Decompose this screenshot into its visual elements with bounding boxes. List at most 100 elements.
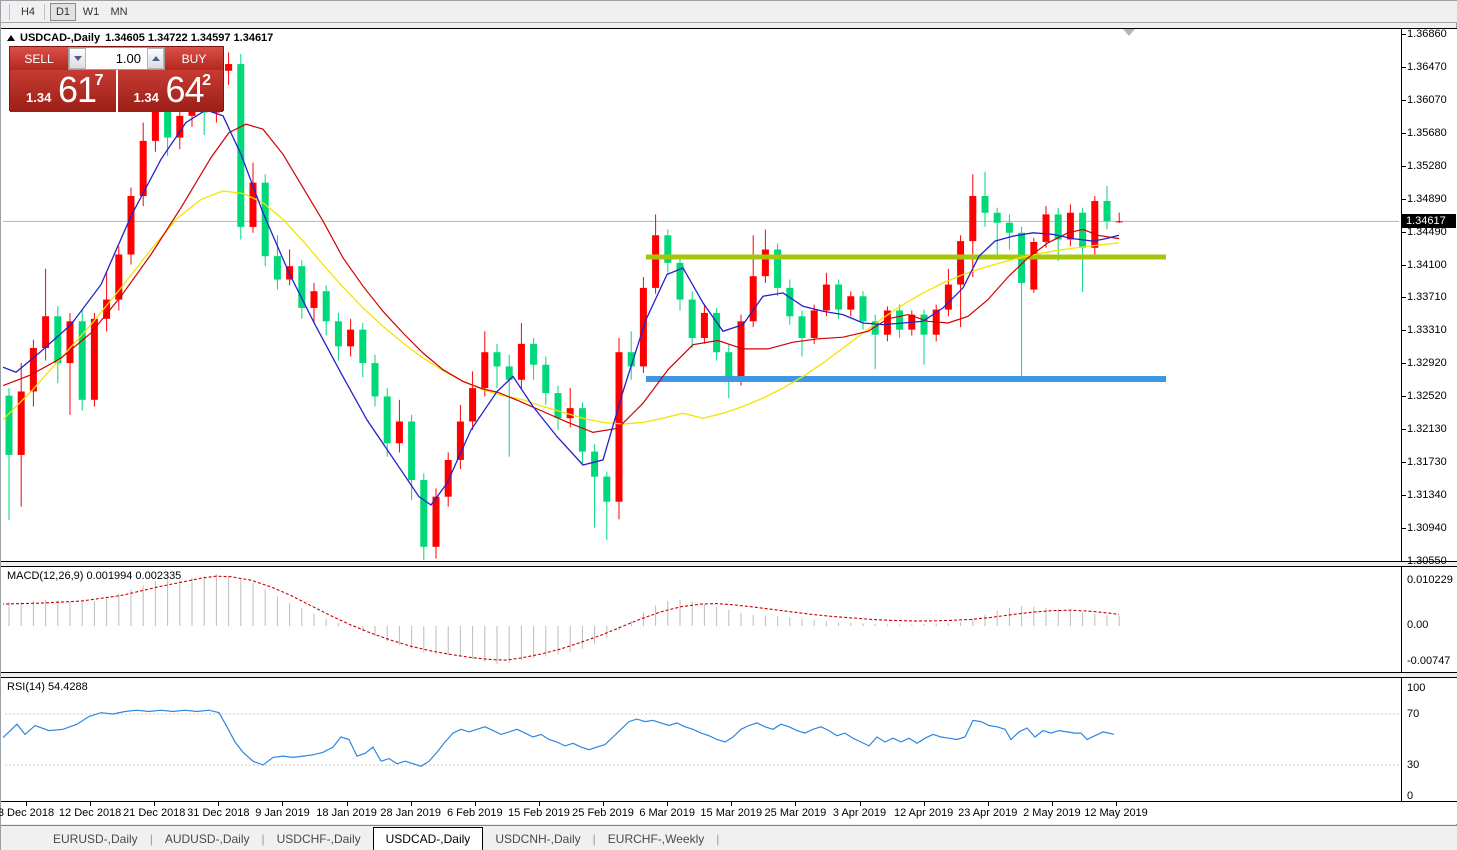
buy-price-button[interactable]: 1.34 64 2 xyxy=(118,70,224,112)
macd-indicator-label: MACD(12,26,9) 0.001994 0.002335 xyxy=(7,570,181,582)
time-axis-tick xyxy=(475,802,476,806)
price-axis-label: 1.32130 xyxy=(1407,423,1447,435)
price-axis-tick xyxy=(1401,34,1406,35)
main-price-pane[interactable] xyxy=(1,52,1401,563)
ma-mid-line xyxy=(1,124,1119,432)
time-axis-tick xyxy=(1052,802,1053,806)
price-axis-label: 1.35280 xyxy=(1407,160,1447,172)
chart-shift-marker-icon[interactable] xyxy=(1123,29,1135,36)
price-axis-label: 1.35680 xyxy=(1407,127,1447,139)
time-axis-label: 2 May 2019 xyxy=(1023,807,1080,819)
sell-price-button[interactable]: 1.34 61 7 xyxy=(10,70,116,112)
time-axis-tick xyxy=(988,802,989,806)
chart-tab-usdcad[interactable]: USDCAD-,Daily xyxy=(373,827,484,850)
time-axis-label: 6 Feb 2019 xyxy=(447,807,503,819)
chart-canvas[interactable] xyxy=(1,1,1401,824)
price-axis-label: 1.36860 xyxy=(1407,28,1447,40)
time-axis-tick xyxy=(795,802,796,806)
time-axis-label: 25 Feb 2019 xyxy=(572,807,634,819)
time-axis-label: 25 Mar 2019 xyxy=(765,807,827,819)
chart-tab-usdchf[interactable]: USDCHF-,Daily xyxy=(265,828,373,850)
volume-decrease-button[interactable] xyxy=(69,48,86,69)
buy-price-prefix: 1.34 xyxy=(134,90,159,105)
time-axis-tick xyxy=(539,802,540,806)
time-axis-label: 12 Apr 2019 xyxy=(894,807,953,819)
chevron-up-icon xyxy=(152,56,160,61)
rsi-axis-label: 100 xyxy=(1407,682,1425,694)
volume-field[interactable]: 1.00 xyxy=(86,48,147,69)
price-axis-tick xyxy=(1401,100,1406,101)
price-axis-tick xyxy=(1401,495,1406,496)
current-price-badge: 1.34617 xyxy=(1402,214,1456,228)
price-axis-label: 1.36070 xyxy=(1407,94,1447,106)
time-axis-label: 6 Mar 2019 xyxy=(639,807,695,819)
time-axis-tick xyxy=(1116,802,1117,806)
time-axis-tick xyxy=(924,802,925,806)
candlestick-series xyxy=(6,52,1123,563)
time-axis-tick xyxy=(90,802,91,806)
price-axis-tick xyxy=(1401,232,1406,233)
time-axis-tick xyxy=(731,802,732,806)
rsi-pane[interactable] xyxy=(1,710,1401,766)
price-axis-label: 1.31340 xyxy=(1407,489,1447,501)
time-axis-label: 12 Dec 2018 xyxy=(59,807,121,819)
buy-button[interactable]: BUY xyxy=(165,47,223,70)
price-axis-tick xyxy=(1401,265,1406,266)
time-axis-tick xyxy=(26,802,27,806)
price-axis-label: 1.32920 xyxy=(1407,357,1447,369)
time-axis-label: 21 Dec 2018 xyxy=(123,807,185,819)
price-axis-label: 1.34100 xyxy=(1407,259,1447,271)
time-axis-label: 28 Jan 2019 xyxy=(380,807,441,819)
price-axis-label: 1.30940 xyxy=(1407,522,1447,534)
time-axis-label: 12 May 2019 xyxy=(1084,807,1148,819)
macd-pane[interactable] xyxy=(1,574,1119,664)
price-axis-tick xyxy=(1401,528,1406,529)
pane-splitter[interactable] xyxy=(1,561,1457,567)
chart-title: USDCAD-,Daily 1.34605 1.34722 1.34597 1.… xyxy=(7,32,273,44)
rsi-axis-label: 70 xyxy=(1407,708,1419,720)
macd-axis-label: -0.00747 xyxy=(1407,655,1450,667)
one-click-trading-panel: SELL 1.00 BUY 1.34 61 7 1.34 64 2 xyxy=(9,46,224,111)
sell-price-prefix: 1.34 xyxy=(26,90,51,105)
time-axis-label: 15 Feb 2019 xyxy=(508,807,570,819)
buy-price-pip: 2 xyxy=(202,72,211,90)
chart-tab-eurchf[interactable]: EURCHF-,Weekly xyxy=(596,828,716,850)
price-axis-label: 1.31730 xyxy=(1407,456,1447,468)
time-axis-tick xyxy=(411,802,412,806)
time-axis-tick xyxy=(667,802,668,806)
chart-ohlc: 1.34605 1.34722 1.34597 1.34617 xyxy=(105,32,273,44)
volume-increase-button[interactable] xyxy=(147,48,164,69)
symbol-triangle-icon xyxy=(7,35,15,41)
price-axis-label: 1.33310 xyxy=(1407,324,1447,336)
price-axis-tick xyxy=(1401,166,1406,167)
price-axis-tick xyxy=(1401,199,1406,200)
time-axis-tick xyxy=(282,802,283,806)
buy-price-main: 64 xyxy=(166,69,204,111)
time-axis-tick xyxy=(347,802,348,806)
price-axis-tick xyxy=(1401,297,1406,298)
macd-signal-line xyxy=(1,576,1119,660)
time-axis-tick xyxy=(860,802,861,806)
rsi-indicator-label: RSI(14) 54.4288 xyxy=(7,681,88,693)
chart-tab-eurusd[interactable]: EURUSD-,Daily xyxy=(41,828,150,850)
pane-splitter[interactable] xyxy=(1,672,1457,678)
macd-axis-label: 0.010229 xyxy=(1407,574,1453,586)
rsi-axis-label: 0 xyxy=(1407,790,1413,802)
tab-separator: | xyxy=(716,828,719,850)
time-axis-label: 3 Dec 2018 xyxy=(0,807,54,819)
time-axis-label: 9 Jan 2019 xyxy=(255,807,309,819)
time-axis-label: 31 Dec 2018 xyxy=(187,807,249,819)
price-axis-tick xyxy=(1401,67,1406,68)
chart-tab-usdcnh[interactable]: USDCNH-,Daily xyxy=(483,828,592,850)
chart-symbol: USDCAD-,Daily xyxy=(20,32,100,44)
price-axis-label: 1.30550 xyxy=(1407,555,1447,567)
mt4-window: H4D1W1MN USDCAD-,Daily 1.34605 1.34722 1… xyxy=(0,0,1457,850)
price-axis-tick xyxy=(1401,396,1406,397)
rsi-axis-label: 30 xyxy=(1407,759,1419,771)
sell-button[interactable]: SELL xyxy=(10,47,68,70)
time-axis-tick xyxy=(154,802,155,806)
price-axis-label: 1.36470 xyxy=(1407,61,1447,73)
chart-tab-audusd[interactable]: AUDUSD-,Daily xyxy=(153,828,262,850)
price-axis-tick xyxy=(1401,330,1406,331)
price-axis-tick xyxy=(1401,429,1406,430)
